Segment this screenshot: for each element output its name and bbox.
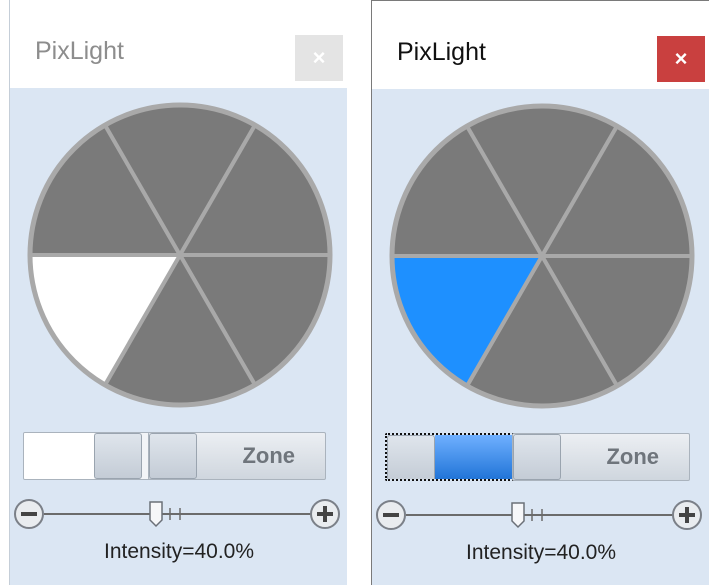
slider-thumb[interactable]: [149, 501, 163, 528]
zone-button[interactable]: Zone: [148, 432, 326, 480]
window-title: PixLight: [35, 37, 124, 65]
zone-wheel[interactable]: [25, 95, 335, 415]
close-icon: ×: [312, 45, 326, 70]
close-button[interactable]: ×: [295, 35, 343, 81]
plus-circle-icon[interactable]: [672, 500, 702, 530]
title-bar: PixLight ×: [372, 1, 709, 89]
toggle-track-active: [435, 435, 519, 479]
zone-wheel[interactable]: [387, 96, 697, 416]
zone-label: Zone: [242, 443, 295, 468]
plus-circle-icon[interactable]: [310, 499, 340, 529]
zone-button-knob: [149, 433, 197, 479]
title-bar: PixLight ×: [10, 0, 347, 88]
intensity-readout: Intensity=40.0%: [465, 541, 616, 564]
intensity-slider[interactable]: [372, 491, 709, 541]
toggle-track: [24, 433, 94, 479]
wheel-segments[interactable]: [389, 103, 695, 409]
intensity-readout: Intensity=40.0%: [103, 540, 254, 563]
intensity-slider[interactable]: [10, 490, 348, 540]
zone-toggle-switch[interactable]: [23, 432, 159, 480]
toggle-knob[interactable]: [387, 435, 435, 479]
toggle-knob[interactable]: [94, 433, 142, 479]
zone-toggle-switch[interactable]: [385, 433, 521, 481]
close-button[interactable]: ×: [657, 36, 705, 82]
minus-circle-icon[interactable]: [14, 499, 44, 529]
zone-label: Zone: [606, 444, 659, 469]
zone-button[interactable]: Zone: [512, 433, 690, 481]
pixlight-window-active: PixLight × Zone Intensity=40.0%: [371, 0, 709, 585]
close-icon: ×: [674, 46, 688, 71]
zone-button-knob: [513, 434, 561, 480]
slider-thumb[interactable]: [511, 502, 525, 529]
wheel-segments[interactable]: [27, 102, 333, 408]
window-title: PixLight: [397, 38, 486, 66]
pixlight-window-inactive: PixLight × Zone Intensity=40.0%: [9, 0, 347, 585]
minus-circle-icon[interactable]: [376, 500, 406, 530]
